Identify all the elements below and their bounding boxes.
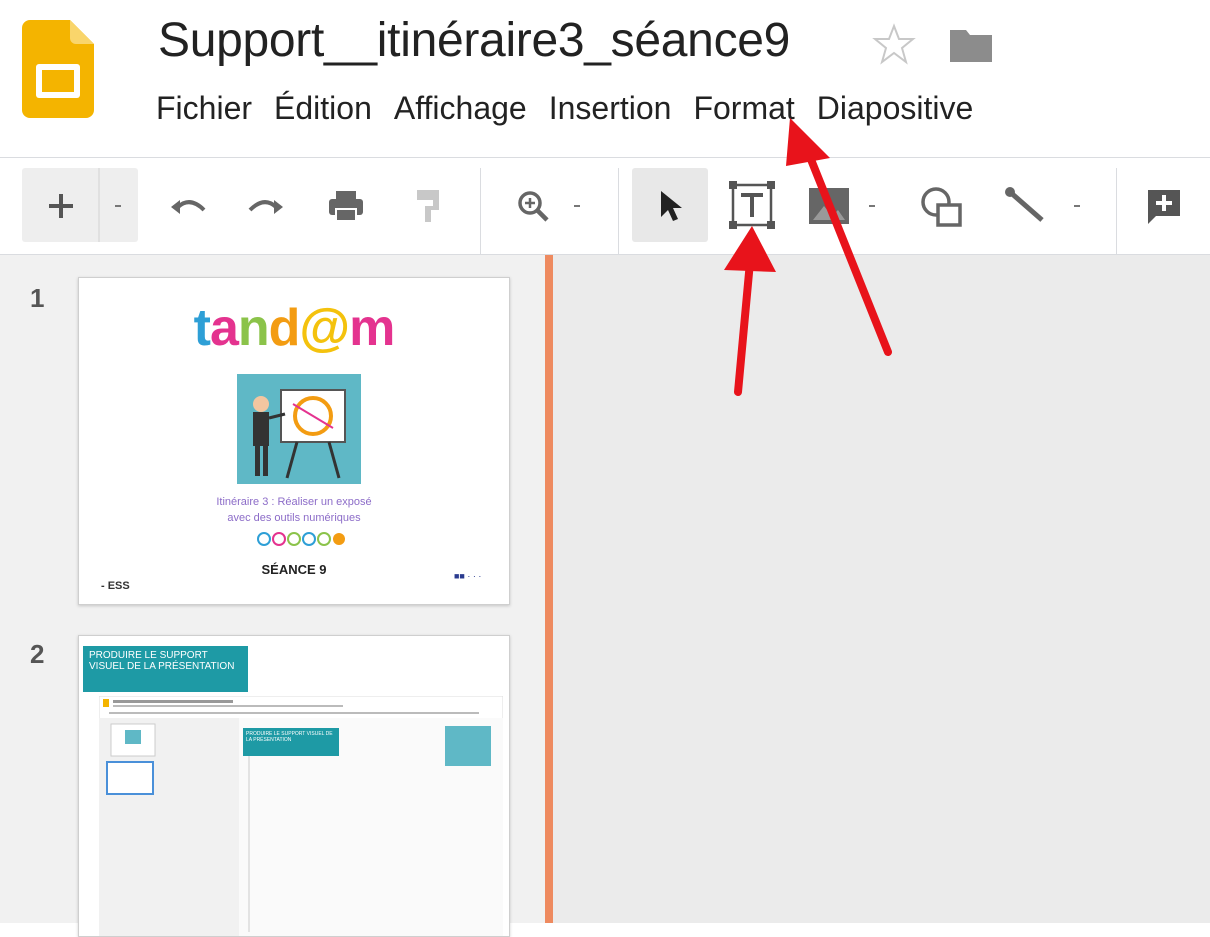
- new-slide-button[interactable]: [30, 178, 92, 234]
- caret-down-icon: [1074, 205, 1080, 207]
- menu-fichier[interactable]: Fichier: [154, 84, 274, 132]
- slide-thumbnail-2[interactable]: PRODUIRE LE SUPPORT VISUEL DE LA PRÉSENT…: [78, 635, 510, 937]
- image-icon: [809, 188, 849, 224]
- tandem-logo: tand@m: [193, 299, 396, 357]
- undo-icon: [171, 200, 206, 214]
- toolbar-separator: [618, 168, 619, 256]
- image-button[interactable]: [800, 178, 890, 234]
- new-slide-split: [98, 168, 100, 242]
- zoom-button[interactable]: [504, 178, 600, 234]
- undo-button[interactable]: [160, 178, 216, 234]
- paint-format-button[interactable]: [400, 178, 456, 234]
- text-box-icon: [729, 181, 775, 229]
- line-button[interactable]: [996, 178, 1096, 234]
- presenter-illustration: [237, 374, 361, 484]
- redo-button[interactable]: [238, 178, 294, 234]
- folder-icon[interactable]: [948, 24, 994, 64]
- slide-number: 1: [30, 283, 45, 313]
- comment-button[interactable]: [1134, 178, 1194, 234]
- shape-icon: [921, 187, 962, 227]
- slide2-title-band: PRODUIRE LE SUPPORT VISUEL DE LA PRÉSENT…: [83, 646, 248, 692]
- caret-down-icon: [869, 205, 875, 207]
- add-comment-icon: [1148, 190, 1180, 224]
- menu-bar: Fichier Édition Affichage Insertion Form…: [154, 84, 995, 132]
- line-icon: [1005, 187, 1044, 222]
- slide1-logo-left: - ESS: [101, 580, 130, 592]
- slide1-logo-right: ■■ · · ·: [454, 571, 482, 581]
- print-button[interactable]: [318, 178, 374, 234]
- menu-edition[interactable]: Édition: [274, 84, 394, 132]
- star-icon[interactable]: [872, 22, 916, 66]
- caret-down-icon: [115, 205, 121, 207]
- new-slide-dropdown[interactable]: [102, 178, 134, 234]
- slide1-subtitle-line2: avec des outils numériques: [227, 512, 361, 524]
- caret-down-icon: [574, 205, 580, 207]
- filmstrip-splitter[interactable]: [545, 255, 553, 923]
- slide-canvas[interactable]: [553, 255, 1210, 923]
- redo-icon: [248, 200, 283, 214]
- plus-icon: [49, 194, 73, 218]
- slide-filmstrip: 1 tand@m Itinéraire 3 : Réaliser un expo…: [0, 255, 545, 937]
- menu-diapositive[interactable]: Diapositive: [817, 84, 996, 132]
- text-box-button[interactable]: [722, 174, 782, 236]
- slide1-session-label: SÉANCE 9: [261, 562, 327, 577]
- toolbar-separator: [1116, 168, 1117, 256]
- slide2-inner-band: PRODUIRE LE SUPPORT VISUEL DE LA PRÉSENT…: [243, 728, 339, 756]
- cursor-arrow-icon: [661, 191, 682, 221]
- print-icon: [329, 191, 363, 222]
- toolbar-separator: [480, 168, 481, 256]
- paint-roller-icon: [417, 190, 439, 222]
- shape-button[interactable]: [910, 178, 972, 234]
- slide1-subtitle-line1: Itinéraire 3 : Réaliser un exposé: [216, 496, 372, 508]
- menu-insertion[interactable]: Insertion: [549, 84, 694, 132]
- slides-logo-icon[interactable]: [22, 20, 94, 118]
- slide-thumbnail-1[interactable]: tand@m Itinéraire 3 : Réaliser un exposé…: [78, 277, 510, 605]
- slide-number: 2: [30, 639, 45, 669]
- menu-affichage[interactable]: Affichage: [394, 84, 549, 132]
- zoom-in-icon: [518, 191, 549, 222]
- select-tool-button[interactable]: [640, 178, 700, 234]
- toolbar: [0, 158, 1210, 256]
- document-title[interactable]: Support__itinéraire3_séance9: [158, 10, 790, 72]
- menu-format[interactable]: Format: [693, 84, 816, 132]
- skill-icons-row: [257, 532, 345, 546]
